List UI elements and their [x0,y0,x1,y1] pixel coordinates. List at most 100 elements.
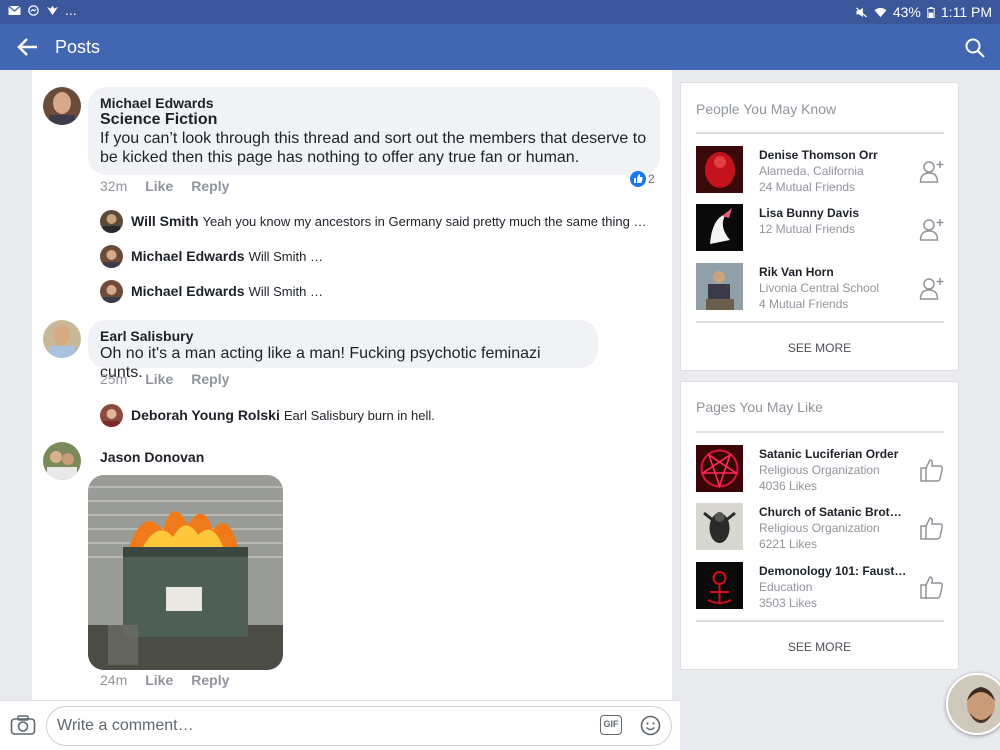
comment-author[interactable]: Michael Edwards [100,95,648,111]
reply-text: Earl Salisbury burn in hell. [283,408,435,423]
card-title: People You May Know [696,101,837,117]
avatar[interactable] [100,280,123,303]
reply-author[interactable]: Michael Edwards [131,248,245,264]
gif-button[interactable]: GIF [600,715,622,735]
search-icon[interactable] [964,37,986,59]
avatar[interactable] [100,210,123,233]
page-category: Education [759,580,813,594]
page-photo [696,445,743,492]
add-friend-icon[interactable] [919,275,945,301]
add-friend-icon[interactable] [919,158,945,184]
page-title: Posts [55,37,101,57]
reply-text: Will Smith … [248,249,323,264]
avatar[interactable] [100,245,123,268]
reply-button[interactable]: Reply [191,178,229,194]
mail-icon [8,5,21,15]
profile-photo [696,263,743,310]
like-page-icon[interactable] [919,574,945,600]
suggestion-name[interactable]: Rik Van Horn [759,265,909,279]
pages-you-may-like-card: Pages You May Like Satanic Luciferian Or… [680,381,959,670]
reply-author[interactable]: Deborah Young Rolski [131,407,280,423]
reply-author[interactable]: Will Smith [131,213,199,229]
comment-author[interactable]: Earl Salisbury [100,328,586,344]
comment-input[interactable] [46,706,672,746]
page-photo [696,562,743,609]
add-friend-icon[interactable] [919,216,945,242]
comment-time: 24m [100,672,128,688]
status-bar: ... 43% 1:11 PM [0,0,1000,24]
comment-meta: 25m Like Reply [100,371,229,387]
page-suggestion[interactable]: Church of Satanic Brotherhood Religious … [696,503,946,551]
like-button[interactable]: Like [145,371,173,387]
comment-bubble: Michael Edwards Science Fiction If you c… [88,87,660,175]
friend-suggestion[interactable]: Lisa Bunny Davis 12 Mutual Friends [696,204,946,252]
chat-head-avatar[interactable] [946,673,1000,735]
burning-dumpster-photo[interactable] [88,475,283,670]
battery-icon [927,6,935,18]
reply-item[interactable]: Deborah Young Rolski Earl Salisbury burn … [131,407,651,423]
page-suggestion[interactable]: Demonology 101: Faustian Pacts Education… [696,562,946,610]
comment-time: 32m [100,178,128,194]
page-name[interactable]: Satanic Luciferian Order [759,447,909,461]
page-name[interactable]: Church of Satanic Brotherhood [759,505,909,519]
comment-time: 25m [100,371,128,387]
see-more-pages-button[interactable]: SEE MORE [681,640,958,654]
like-button[interactable]: Like [145,672,173,688]
comment-author[interactable]: Jason Donovan [100,449,204,465]
like-page-icon[interactable] [919,515,945,541]
page-category: Religious Organization [759,521,880,535]
divider [696,321,944,323]
page-name[interactable]: Demonology 101: Faustian Pacts [759,564,909,578]
reply-author[interactable]: Michael Edwards [131,283,245,299]
reply-item[interactable]: Michael Edwards Will Smith … [131,248,651,264]
reply-button[interactable]: Reply [191,672,229,688]
friend-suggestion[interactable]: Rik Van Horn Livonia Central School 4 Mu… [696,263,946,311]
more-notifications: ... [65,2,77,18]
avatar[interactable] [43,442,81,480]
like-reaction-icon [630,171,646,187]
reaction-count[interactable]: 2 [630,171,655,187]
suggestion-detail: Alameda, California [759,164,864,178]
page-likes: 3503 Likes [759,596,818,610]
reply-item[interactable]: Will Smith Yeah you know my ancestors in … [131,213,651,229]
suggestion-detail: 4 Mutual Friends [759,297,849,311]
page-likes: 6221 Likes [759,537,818,551]
suggestion-detail: 12 Mutual Friends [759,222,856,236]
reply-text: Yeah you know my ancestors in Germany sa… [202,214,651,229]
see-more-people-button[interactable]: SEE MORE [681,341,958,355]
comment-meta: 24m Like Reply [100,672,229,688]
comment-composer: GIF [0,700,680,750]
avatar[interactable] [43,87,81,125]
suggestion-detail: Livonia Central School [759,281,880,295]
like-page-icon[interactable] [919,457,945,483]
like-button[interactable]: Like [145,178,173,194]
suggestion-name[interactable]: Denise Thomson Orr [759,148,909,162]
wifi-icon [874,7,887,17]
suggestion-name[interactable]: Lisa Bunny Davis [759,206,909,220]
comment-meta: 32m Like Reply [100,178,229,194]
reaction-number: 2 [648,172,655,186]
friend-suggestion[interactable]: Denise Thomson Orr Alameda, California 2… [696,146,946,194]
card-title: Pages You May Like [696,399,823,415]
reply-button[interactable]: Reply [191,371,229,387]
mute-icon [855,6,867,18]
page-likes: 4036 Likes [759,479,818,493]
facebook-icon [47,5,58,15]
suggestion-detail: 24 Mutual Friends [759,180,856,194]
camera-icon[interactable] [10,714,36,736]
comments-feed: Michael Edwards Science Fiction If you c… [32,70,672,700]
divider [696,132,944,134]
avatar[interactable] [43,320,81,358]
page-photo [696,503,743,550]
battery-percent: 43% [892,4,921,20]
divider [696,620,944,622]
profile-photo [696,204,743,251]
reply-text: Will Smith … [248,284,323,299]
avatar[interactable] [100,404,123,427]
page-suggestion[interactable]: Satanic Luciferian Order Religious Organ… [696,445,946,493]
clock: 1:11 PM [940,4,992,20]
reply-item[interactable]: Michael Edwards Will Smith … [131,283,651,299]
app-bar: Posts [0,24,1000,70]
back-arrow-icon[interactable] [16,36,40,58]
emoji-icon[interactable] [640,715,661,736]
